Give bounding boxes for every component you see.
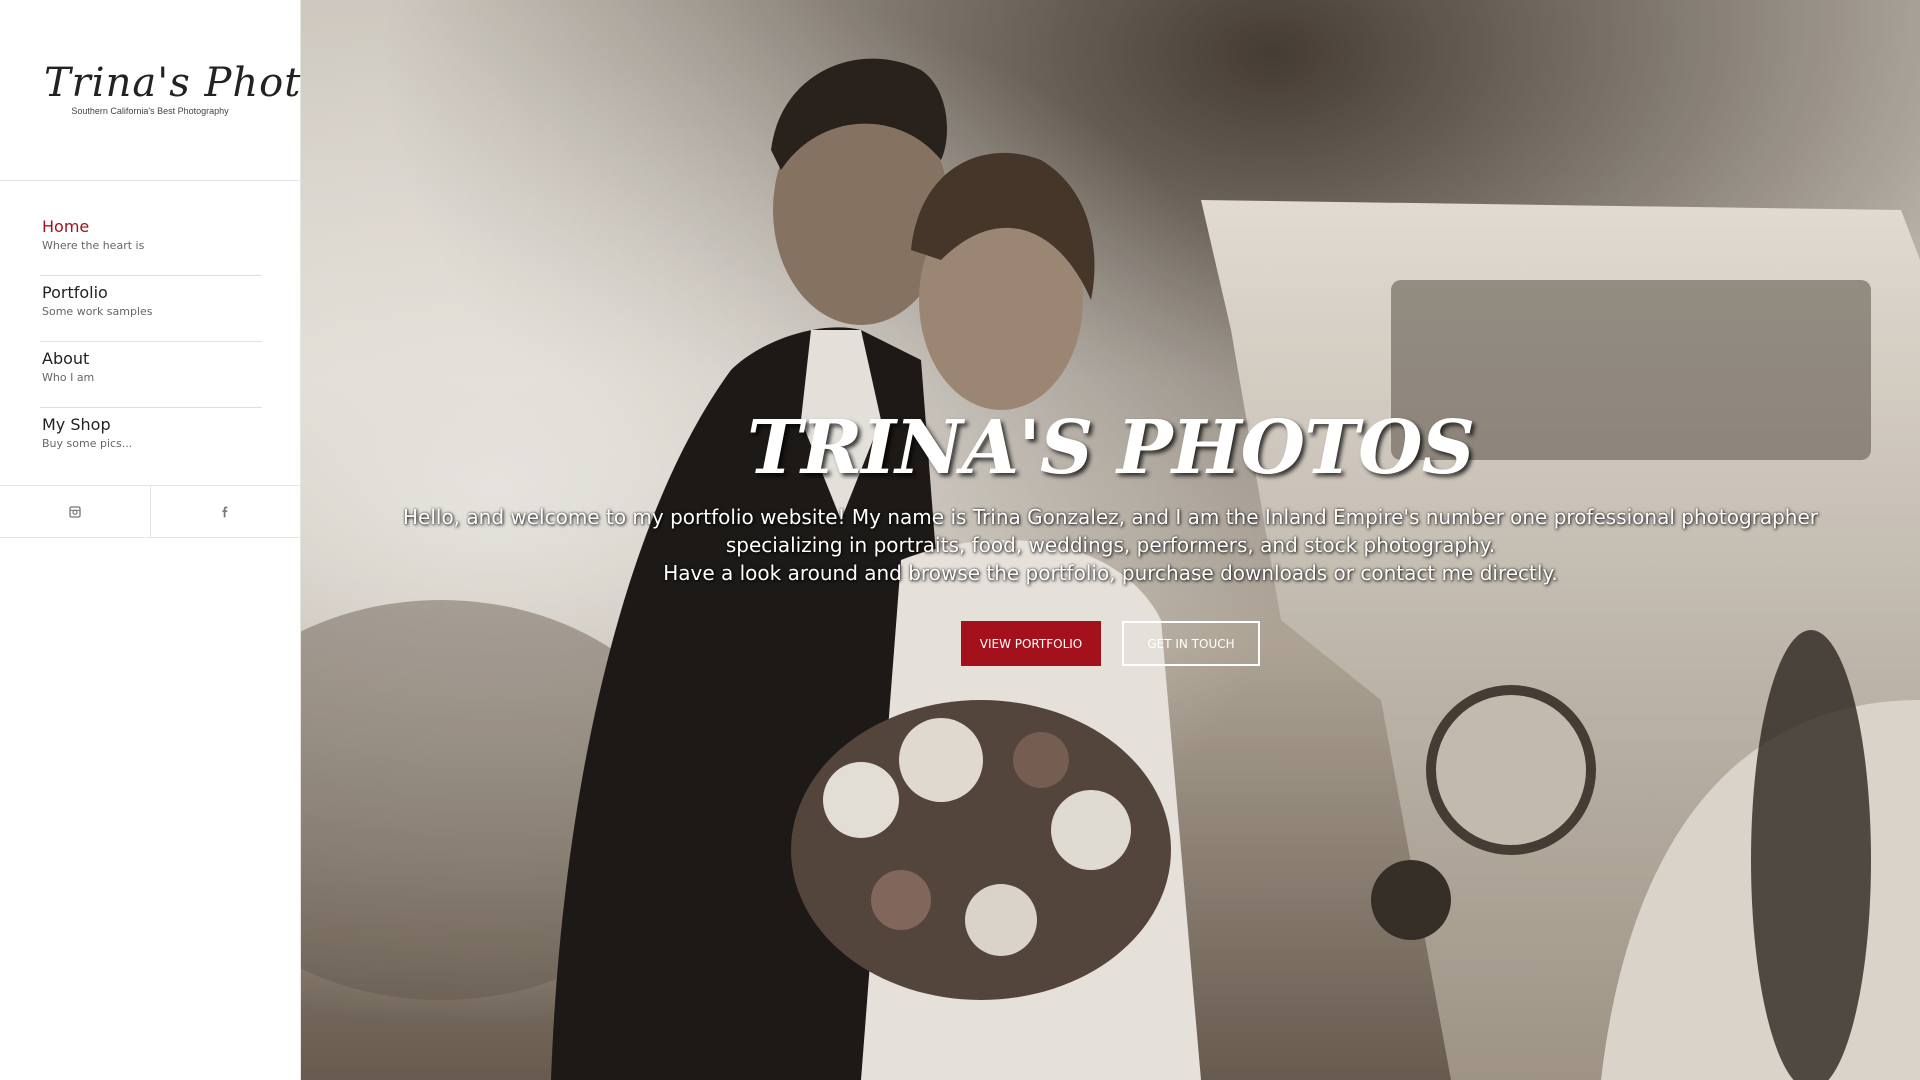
sidebar: Trina's Photos Southern California's Bes…	[0, 0, 347, 1080]
facebook-link[interactable]	[149, 486, 301, 537]
main-menu: Home Where the heart is Portfolio Some w…	[40, 210, 262, 474]
hero-section: TRINA'S PHOTOS Hello, and welcome to my …	[301, 0, 1920, 1080]
menu-item-label: Home	[42, 217, 90, 236]
menu-item-label: Portfolio	[42, 283, 108, 302]
instagram-icon	[69, 505, 81, 518]
site-logo[interactable]: Trina's Photos	[44, 60, 347, 106]
get-in-touch-button[interactable]: GET IN TOUCH	[1122, 621, 1260, 666]
hero-title: TRINA'S PHOTOS	[746, 405, 1475, 491]
social-links	[0, 485, 300, 538]
menu-item-portfolio[interactable]: Portfolio Some work samples	[40, 276, 262, 342]
hero-intro-line-3: Have a look around and browse the portfo…	[663, 561, 1558, 585]
hero-buttons: VIEW PORTFOLIO GET IN TOUCH	[301, 621, 1920, 666]
menu-item-home[interactable]: Home Where the heart is	[40, 210, 262, 276]
menu-item-label: My Shop	[42, 415, 111, 434]
menu-item-subtitle: Some work samples	[42, 305, 153, 318]
hero-intro-text: Hello, and welcome to my portfolio websi…	[301, 503, 1920, 587]
view-portfolio-button[interactable]: VIEW PORTFOLIO	[961, 621, 1101, 666]
hero-intro-line-2: specializing in portraits, food, wedding…	[725, 533, 1496, 557]
menu-item-subtitle: Buy some pics...	[42, 437, 133, 450]
instagram-link[interactable]	[0, 486, 150, 537]
hero-intro-line-1: Hello, and welcome to my portfolio websi…	[402, 505, 1819, 529]
logo-area: Trina's Photos Southern California's Bes…	[0, 0, 347, 181]
menu-item-subtitle: Who I am	[42, 371, 95, 384]
menu-item-about[interactable]: About Who I am	[40, 342, 262, 408]
logo-tagline: Southern California's Best Photography	[71, 106, 229, 116]
menu-item-my-shop[interactable]: My Shop Buy some pics...	[40, 408, 262, 474]
menu-item-subtitle: Where the heart is	[42, 239, 145, 252]
facebook-icon	[222, 506, 228, 517]
menu-item-label: About	[42, 349, 90, 368]
